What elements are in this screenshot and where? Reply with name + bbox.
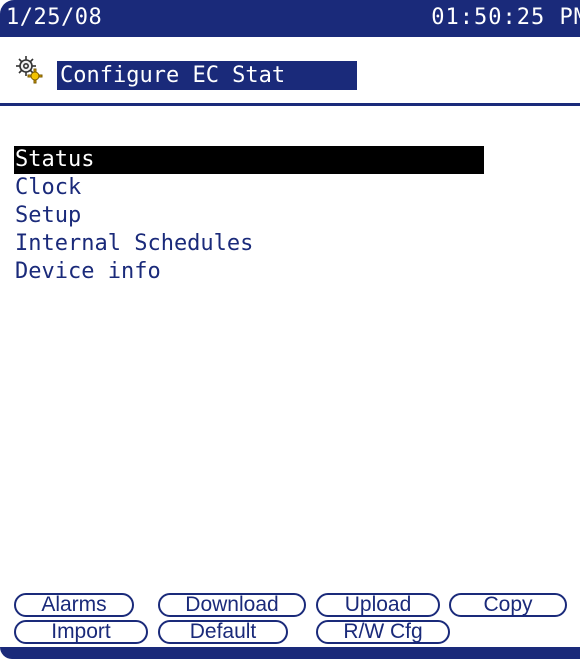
menu-item-device-info[interactable]: Device info xyxy=(14,258,484,286)
upload-button[interactable]: Upload xyxy=(316,593,440,617)
status-date: 1/25/08 xyxy=(6,5,103,30)
copy-button[interactable]: Copy xyxy=(449,593,567,617)
default-button[interactable]: Default xyxy=(158,620,288,644)
alarms-button[interactable]: Alarms xyxy=(14,593,134,617)
menu-item-status[interactable]: Status xyxy=(14,146,484,174)
gear-icon xyxy=(14,54,44,86)
bottom-bar xyxy=(0,647,580,659)
main-menu: Status Clock Setup Internal Schedules De… xyxy=(14,146,484,286)
page-title: Configure EC Stat xyxy=(57,61,357,90)
menu-item-setup[interactable]: Setup xyxy=(14,202,484,230)
menu-item-internal-schedules[interactable]: Internal Schedules xyxy=(14,230,484,258)
status-time: 01:50:25 PM xyxy=(431,5,580,30)
status-bar: 1/25/08 01:50:25 PM xyxy=(0,0,580,37)
download-button[interactable]: Download xyxy=(158,593,306,617)
title-divider xyxy=(0,103,580,106)
page-header: Configure EC Stat xyxy=(0,56,580,90)
import-button[interactable]: Import xyxy=(14,620,148,644)
device-screen: 1/25/08 01:50:25 PM Configure EC Stat St… xyxy=(0,0,580,659)
rw-cfg-button[interactable]: R/W Cfg xyxy=(316,620,450,644)
menu-item-clock[interactable]: Clock xyxy=(14,174,484,202)
